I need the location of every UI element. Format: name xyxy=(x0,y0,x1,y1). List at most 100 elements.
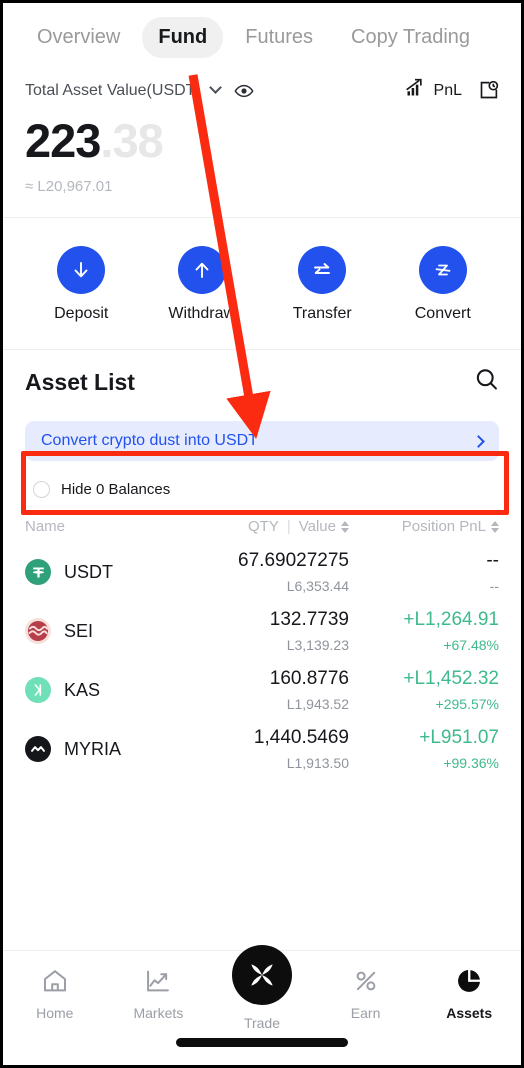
asset-pnl-cell: +L1,264.91 +67.48% xyxy=(349,609,499,653)
column-qty-value[interactable]: QTY | Value xyxy=(215,518,349,535)
hide-zero-balances-toggle[interactable]: Hide 0 Balances xyxy=(3,461,521,498)
history-clock-icon[interactable] xyxy=(478,80,499,101)
quick-actions: Deposit Withdraw Transfer Convert xyxy=(3,218,521,349)
table-row[interactable]: KAS 160.8776 L1,943.52 +L1,452.32 +295.5… xyxy=(3,653,521,712)
nav-item-trade[interactable]: Trade xyxy=(210,945,314,1031)
column-name: Name xyxy=(25,518,66,535)
asset-qty: 160.8776 xyxy=(269,668,349,689)
asset-pnl: -- xyxy=(486,550,499,571)
asset-qty: 132.7739 xyxy=(269,609,349,630)
asset-symbol: SEI xyxy=(64,620,94,641)
column-qty-label: QTY xyxy=(247,518,279,535)
asset-pnl-pct: +67.48% xyxy=(443,637,499,653)
table-row[interactable]: MYRIA 1,440.5469 L1,913.50 +L951.07 +99.… xyxy=(3,712,521,771)
sort-icon xyxy=(491,520,499,533)
asset-qty: 1,440.5469 xyxy=(253,727,349,748)
asset-qty-cell: 132.7739 L3,139.23 xyxy=(215,609,349,653)
account-type-tabs: Overview Fund Futures Copy Trading xyxy=(3,3,521,68)
asset-value: L1,943.52 xyxy=(286,696,349,712)
home-icon xyxy=(43,970,66,992)
nav-item-earn[interactable]: Earn xyxy=(314,967,418,1021)
convert-dust-banner[interactable]: Convert crypto dust into USDT xyxy=(25,421,499,461)
sei-coin-icon xyxy=(25,618,51,644)
asset-pnl-cell: -- -- xyxy=(349,550,499,594)
converted-value: ≈ L20,967.01 xyxy=(25,178,113,195)
tab-overview[interactable]: Overview xyxy=(21,17,136,58)
nav-item-home[interactable]: Home xyxy=(3,967,107,1021)
arrow-down-icon xyxy=(57,246,106,294)
convert-dust-label: Convert crypto dust into USDT xyxy=(41,432,258,449)
asset-symbol: USDT xyxy=(64,561,113,582)
tab-futures[interactable]: Futures xyxy=(229,17,329,58)
asset-symbol: KAS xyxy=(64,679,101,700)
transfer-arrows-icon xyxy=(298,246,347,294)
asset-value: L6,353.44 xyxy=(286,578,349,594)
column-value-label: Value xyxy=(298,518,336,535)
sort-icon xyxy=(341,520,349,533)
asset-name-cell: SEI xyxy=(25,618,215,644)
app-screen: Overview Fund Futures Copy Trading Total… xyxy=(0,0,524,1068)
action-withdraw[interactable]: Withdraw xyxy=(142,246,263,323)
table-row[interactable]: SEI 132.7739 L3,139.23 +L1,264.91 +67.48… xyxy=(3,594,521,653)
action-transfer[interactable]: Transfer xyxy=(262,246,383,323)
total-asset-label: Total Asset Value(USDT) xyxy=(25,81,201,99)
column-position-pnl[interactable]: Position PnL xyxy=(349,518,499,535)
asset-qty-cell: 160.8776 L1,943.52 xyxy=(215,668,349,712)
asset-pnl-cell: +L951.07 +99.36% xyxy=(349,727,499,771)
asset-pnl-cell: +L1,452.32 +295.57% xyxy=(349,668,499,712)
asset-name-cell: USDT xyxy=(25,559,215,585)
asset-value: L3,139.23 xyxy=(286,637,349,653)
asset-value: L1,913.50 xyxy=(286,755,349,771)
radio-icon xyxy=(33,481,50,498)
action-label: Deposit xyxy=(54,305,109,322)
asset-value-integer: 223 xyxy=(25,114,101,167)
asset-pnl-pct: +295.57% xyxy=(435,696,499,712)
action-label: Transfer xyxy=(292,305,352,322)
nav-label: Assets xyxy=(446,1005,493,1021)
arrow-up-icon xyxy=(177,246,226,294)
trade-x-icon xyxy=(231,945,292,1005)
asset-value-decimal: .38 xyxy=(100,114,163,167)
tab-fund[interactable]: Fund xyxy=(142,17,224,58)
table-row[interactable]: USDT 67.69027275 L6,353.44 -- -- xyxy=(3,535,521,594)
asset-list-header: Asset List xyxy=(3,350,521,405)
nav-label: Markets xyxy=(133,1005,184,1021)
asset-pnl-pct: +99.36% xyxy=(443,755,499,771)
convert-z-icon xyxy=(418,246,467,294)
myria-coin-icon xyxy=(25,736,51,762)
home-indicator xyxy=(176,1038,348,1047)
nav-label: Home xyxy=(36,1005,74,1021)
asset-qty: 67.69027275 xyxy=(238,550,349,571)
eye-icon[interactable] xyxy=(234,81,254,101)
column-separator: | xyxy=(286,518,291,535)
usdt-coin-icon xyxy=(25,559,51,585)
asset-qty-cell: 67.69027275 L6,353.44 xyxy=(215,550,349,594)
total-asset-value: 223.38 xyxy=(25,117,499,164)
pnl-button[interactable]: PnL xyxy=(405,78,462,103)
nav-item-assets[interactable]: Assets xyxy=(417,967,521,1021)
action-convert[interactable]: Convert xyxy=(383,246,504,323)
asset-pnl: +L1,452.32 xyxy=(403,668,499,689)
asset-pnl-pct: -- xyxy=(489,578,499,594)
chart-line-icon xyxy=(147,970,170,992)
bar-chart-icon xyxy=(405,78,425,103)
pie-chart-icon xyxy=(458,970,481,992)
asset-pnl: +L951.07 xyxy=(419,727,499,748)
table-column-headers: Name QTY | Value Position PnL xyxy=(3,498,521,535)
hide-zero-balances-label: Hide 0 Balances xyxy=(61,481,171,498)
kas-coin-icon xyxy=(25,677,51,703)
search-icon[interactable] xyxy=(474,367,499,397)
action-label: Convert xyxy=(414,305,471,322)
asset-name-cell: MYRIA xyxy=(25,736,215,762)
percent-icon xyxy=(356,971,375,991)
chevron-down-icon[interactable] xyxy=(208,81,222,94)
nav-label: Trade xyxy=(243,1015,281,1031)
total-asset-section: Total Asset Value(USDT) PnL 223.38 ≈ L20… xyxy=(3,68,521,217)
tab-copy-trading[interactable]: Copy Trading xyxy=(335,17,486,58)
asset-name-cell: KAS xyxy=(25,677,215,703)
asset-pnl: +L1,264.91 xyxy=(403,609,499,630)
nav-item-markets[interactable]: Markets xyxy=(107,967,211,1021)
nav-label: Earn xyxy=(350,1005,381,1021)
asset-symbol: MYRIA xyxy=(64,738,122,759)
action-deposit[interactable]: Deposit xyxy=(21,246,142,323)
